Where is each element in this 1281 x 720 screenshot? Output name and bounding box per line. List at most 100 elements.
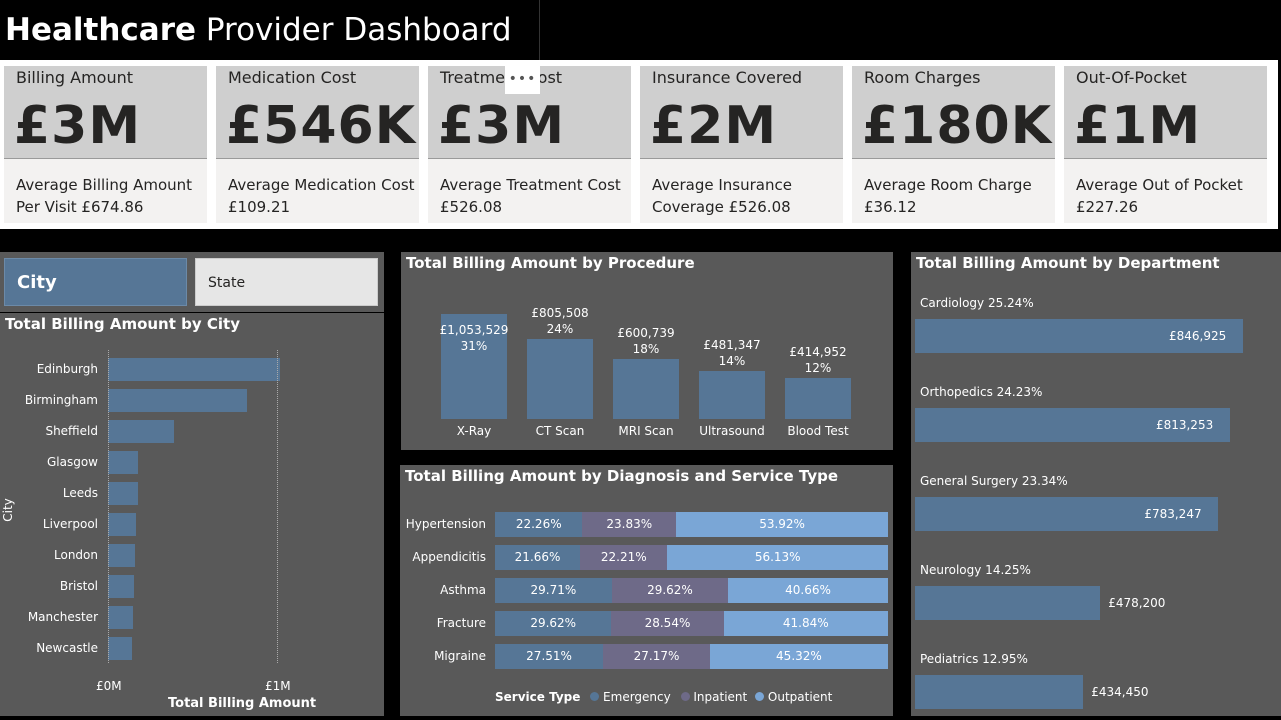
city-label: Bristol xyxy=(59,579,98,593)
kpi-label: Billing Amount xyxy=(16,68,134,87)
city-chart-plot: Edinburgh Birmingham Sheffield Glasgow Leeds… xyxy=(0,358,384,678)
segment-inpatient[interactable]: 28.54% xyxy=(611,611,724,636)
city-label: Edinburgh xyxy=(36,362,98,376)
more-options-button[interactable]: ••• xyxy=(505,66,540,94)
department-bar[interactable] xyxy=(915,586,1101,620)
title-bold: Healthcare xyxy=(5,12,197,48)
city-label: Birmingham xyxy=(24,393,98,407)
city-label: Manchester xyxy=(27,610,98,624)
city-bar[interactable] xyxy=(108,575,135,598)
kpi-card-insurance[interactable]: Insurance Covered £2M Average Insurance … xyxy=(640,66,843,223)
kpi-top: Insurance Covered £2M xyxy=(640,66,843,159)
city-bar[interactable] xyxy=(108,544,136,567)
slicer-city-button[interactable]: City xyxy=(4,258,187,306)
procedure-percent-label: 12% xyxy=(804,360,832,375)
procedure-bar[interactable] xyxy=(699,371,765,419)
segment-outpatient[interactable]: 41.84% xyxy=(723,611,888,636)
diagnosis-label: Asthma xyxy=(440,583,486,597)
legend: Service Type Emergency Inpatient Outpati… xyxy=(495,690,832,704)
city-bar[interactable] xyxy=(108,482,138,505)
segment-outpatient[interactable]: 40.66% xyxy=(728,578,888,603)
diagnosis-row: Asthma 29.71% 29.62% 40.66% xyxy=(400,578,890,604)
kpi-card-out-of-pocket[interactable]: Out-Of-Pocket £1M Average Out of Pocket … xyxy=(1064,66,1267,223)
kpi-subtitle: Average Medication Cost £109.21 xyxy=(228,176,415,216)
procedure-bar[interactable] xyxy=(613,359,679,419)
segment-inpatient[interactable]: 23.83% xyxy=(582,512,677,537)
procedure-percent-label: 31% xyxy=(460,339,488,353)
procedure-bar[interactable] xyxy=(785,377,851,419)
procedure-percent-label: 18% xyxy=(632,342,660,357)
legend-label-emergency[interactable]: Emergency xyxy=(603,690,671,704)
kpi-top: Billing Amount £3M xyxy=(4,66,207,159)
department-label: Cardiology 25.24% xyxy=(920,296,1034,310)
city-chart-panel: Total Billing Amount by City Edinburgh Bi… xyxy=(0,313,384,716)
chart-title: Total Billing Amount by City xyxy=(5,315,240,333)
department-label: General Surgery 23.34% xyxy=(920,474,1068,488)
diagnosis-chart-panel: Total Billing Amount by Diagnosis and Se… xyxy=(400,465,893,716)
segment-emergency[interactable]: 29.62% xyxy=(495,611,612,636)
segment-inpatient[interactable]: 29.62% xyxy=(611,578,729,603)
diagnosis-label: Migraine xyxy=(434,649,486,663)
city-bar[interactable] xyxy=(108,513,136,536)
department-value-label: £846,925 xyxy=(1169,329,1227,343)
segment-emergency[interactable]: 27.51% xyxy=(495,644,604,669)
segment-outpatient[interactable]: 56.13% xyxy=(667,545,888,570)
segment-inpatient[interactable]: 27.17% xyxy=(603,644,710,669)
department-value-label: £478,200 xyxy=(1108,596,1166,610)
legend-label-inpatient[interactable]: Inpatient xyxy=(693,690,747,704)
kpi-label: Insurance Covered xyxy=(652,68,803,87)
kpi-subtitle: Average Insurance Coverage £526.08 xyxy=(652,176,792,216)
city-bar[interactable] xyxy=(108,606,134,629)
slicer-state-button[interactable]: State xyxy=(195,258,378,306)
gridline xyxy=(108,350,109,663)
page-title: Healthcare Provider Dashboard xyxy=(5,12,512,48)
y-axis-label: City xyxy=(0,498,15,522)
gridline xyxy=(277,350,278,663)
segment-emergency[interactable]: 29.71% xyxy=(495,578,612,603)
diagnosis-chart-plot: Hypertension 22.26% 23.83% 53.92% Appendicit… xyxy=(400,512,893,677)
city-label: Glasgow xyxy=(46,455,98,469)
legend-swatch-inpatient xyxy=(680,692,690,701)
procedure-bar[interactable] xyxy=(527,338,593,419)
legend-swatch-outpatient xyxy=(755,692,765,701)
segment-outpatient[interactable]: 45.32% xyxy=(709,644,888,669)
diagnosis-label: Hypertension xyxy=(405,517,486,531)
department-bar[interactable] xyxy=(915,675,1084,709)
kpi-top: Room Charges £180K xyxy=(852,66,1055,159)
x-tick-label: £1M xyxy=(265,679,291,693)
diagnosis-label: Fracture xyxy=(436,616,486,630)
department-label: Orthopedics 24.23% xyxy=(920,385,1043,399)
city-row: Sheffield xyxy=(0,420,300,446)
procedure-column: £805,508 24% CT Scan xyxy=(517,252,603,450)
kpi-subtitle: Average Room Charge £36.12 xyxy=(864,176,1032,216)
title-bar: Healthcare Provider Dashboard xyxy=(0,0,540,62)
city-bar[interactable] xyxy=(108,420,174,443)
city-bar[interactable] xyxy=(108,451,139,474)
kpi-subtitle: Average Billing Amount Per Visit £674.86 xyxy=(16,176,193,216)
department-value-label: £434,450 xyxy=(1091,685,1149,699)
kpi-value: £180K xyxy=(862,96,1053,156)
segment-emergency[interactable]: 22.26% xyxy=(495,512,583,537)
x-axis-label: Total Billing Amount xyxy=(168,696,317,711)
city-bar[interactable] xyxy=(108,637,132,660)
city-label: Sheffield xyxy=(45,424,98,438)
kpi-card-billing[interactable]: Billing Amount £3M Average Billing Amoun… xyxy=(4,66,207,223)
procedure-value-label: £481,347 xyxy=(703,338,761,353)
city-row: Newcastle xyxy=(0,637,300,663)
city-bar[interactable] xyxy=(108,358,281,381)
kpi-subtitle: Average Treatment Cost £526.08 xyxy=(440,176,621,216)
segment-inpatient[interactable]: 22.21% xyxy=(580,545,668,570)
kpi-top: Out-Of-Pocket £1M xyxy=(1064,66,1267,159)
city-bar[interactable] xyxy=(108,389,247,412)
city-row: Manchester xyxy=(0,606,300,632)
segment-emergency[interactable]: 21.66% xyxy=(495,545,581,570)
kpi-card-medication[interactable]: Medication Cost £546K Average Medication… xyxy=(216,66,419,223)
procedure-category-label: Blood Test xyxy=(787,424,849,438)
diagnosis-row: Hypertension 22.26% 23.83% 53.92% xyxy=(400,512,890,538)
segment-outpatient[interactable]: 53.92% xyxy=(676,512,889,537)
legend-label-outpatient[interactable]: Outpatient xyxy=(768,690,832,704)
kpi-card-room[interactable]: Room Charges £180K Average Room Charge £… xyxy=(852,66,1055,223)
city-label: Newcastle xyxy=(36,641,98,655)
procedure-percent-label: 24% xyxy=(546,321,574,336)
title-rest: Provider Dashboard xyxy=(196,12,512,48)
